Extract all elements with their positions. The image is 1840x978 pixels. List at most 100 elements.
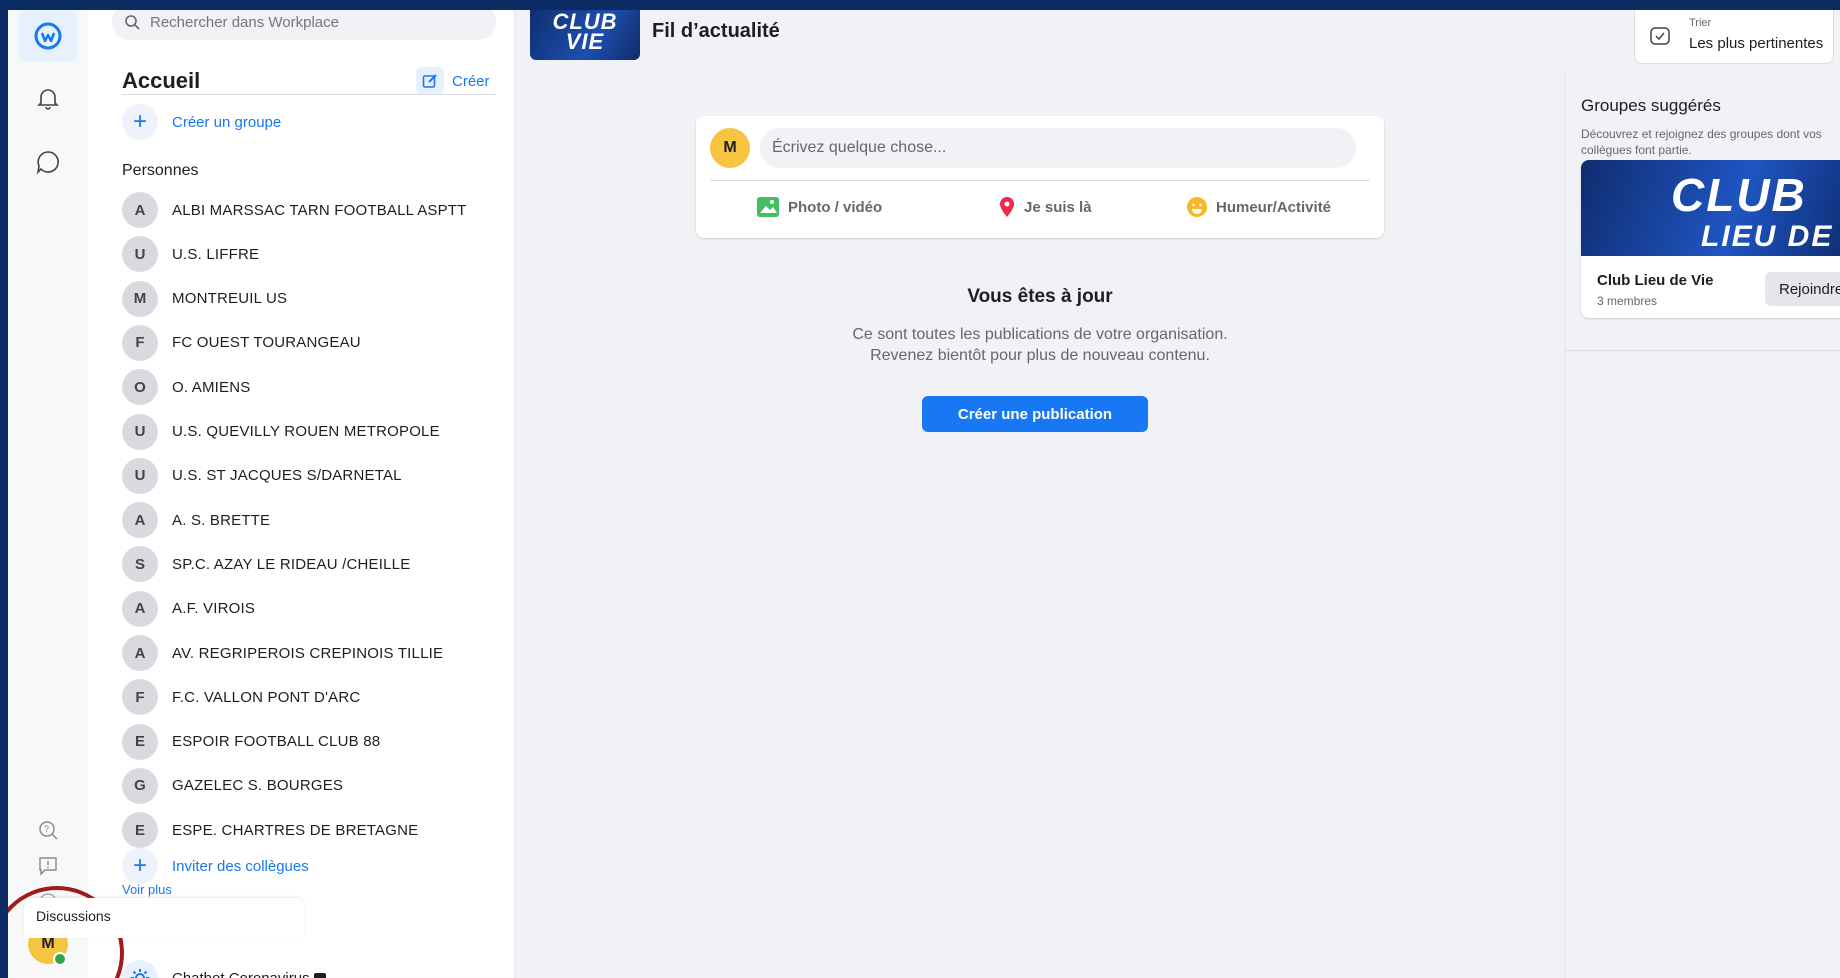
compose-icon	[416, 67, 444, 95]
join-group-button[interactable]: Rejoindre	[1765, 272, 1840, 306]
person-avatar: A	[122, 590, 158, 627]
workplace-home-button[interactable]	[18, 10, 78, 62]
search-icon	[125, 15, 140, 30]
photo-video-button[interactable]: Photo / vidéo	[756, 196, 882, 218]
person-name: ALBI MARSSAC TARN FOOTBALL ASPTT	[172, 201, 467, 219]
person-avatar: E	[122, 723, 158, 760]
up-to-date-line-1: Ce sont toutes les publications de votre…	[852, 326, 1228, 343]
person-item[interactable]: A A.F. VIROIS	[122, 589, 255, 629]
suggested-group-card[interactable]: CLUB LIEU DE VIE Club Lieu de Vie 3 memb…	[1581, 160, 1840, 318]
icon-rail: ? ? M	[8, 10, 89, 978]
gear-icon	[122, 960, 158, 978]
divider	[1565, 350, 1840, 351]
up-to-date-title: Vous êtes à jour	[967, 286, 1113, 307]
person-avatar: A	[122, 192, 158, 228]
feedback-button[interactable]	[30, 852, 66, 880]
page-title: Accueil	[122, 68, 201, 93]
composer-placeholder: Écrivez quelque chose...	[772, 139, 947, 156]
composer-divider	[710, 180, 1370, 181]
person-item[interactable]: U U.S. ST JACQUES S/DARNETAL	[122, 456, 402, 496]
person-name: ESPE. CHARTRES DE BRETAGNE	[172, 821, 419, 839]
plus-icon: +	[122, 104, 158, 140]
photo-video-label: Photo / vidéo	[788, 198, 883, 216]
person-item[interactable]: A ALBI MARSSAC TARN FOOTBALL ASPTT	[122, 190, 467, 230]
left-navigation: Accueil Créer + Créer un groupe Personne…	[88, 10, 515, 978]
person-avatar: F	[122, 324, 158, 361]
bot-item[interactable]: Chatbot Coronavirus	[122, 960, 326, 978]
chat-button[interactable]	[18, 136, 78, 188]
person-item[interactable]: M MONTREUIL US	[122, 279, 287, 319]
person-item[interactable]: A A. S. BRETTE	[122, 500, 270, 540]
help-search-icon: ?	[39, 821, 58, 840]
create-button[interactable]: Créer	[416, 67, 490, 95]
composer-input[interactable]: Écrivez quelque chose...	[760, 128, 1356, 168]
person-item[interactable]: O O. AMIENS	[122, 367, 251, 407]
person-item[interactable]: E ESPOIR FOOTBALL CLUB 88	[122, 722, 380, 762]
person-item[interactable]: A AV. REGRIPEROIS CREPINOIS TILLIE	[122, 633, 443, 673]
notifications-button[interactable]	[18, 72, 78, 124]
person-name: GAZELEC S. BOURGES	[172, 777, 344, 795]
smiley-icon	[1186, 196, 1208, 218]
invite-label: Inviter des collègues	[172, 857, 309, 875]
person-name: U.S. LIFFRE	[172, 245, 260, 263]
person-avatar: U	[122, 457, 158, 494]
sort-icon	[1649, 25, 1671, 52]
person-item[interactable]: S SP.C. AZAY LE RIDEAU /CHEILLE	[122, 544, 410, 584]
person-avatar: O	[122, 369, 158, 406]
group-cover-title: CLUB	[1671, 169, 1807, 221]
person-name: SP.C. AZAY LE RIDEAU /CHEILLE	[172, 555, 411, 573]
person-avatar: U	[122, 236, 158, 273]
search-bar[interactable]	[112, 10, 496, 40]
feeling-activity-button[interactable]: Humeur/Activité	[1186, 196, 1331, 218]
person-name: ESPOIR FOOTBALL CLUB 88	[172, 733, 381, 751]
svg-text:?: ?	[44, 824, 49, 834]
person-name: A.F. VIROIS	[172, 600, 256, 618]
person-item[interactable]: U U.S. QUEVILLY ROUEN METROPOLE	[122, 412, 440, 452]
create-group-link[interactable]: + Créer un groupe	[122, 102, 281, 142]
people-section-label: Personnes	[122, 162, 199, 179]
person-item[interactable]: U U.S. LIFFRE	[122, 234, 259, 274]
up-to-date-message: Ce sont toutes les publications de votre…	[696, 324, 1384, 366]
composer-avatar-initial: M	[723, 139, 737, 156]
create-post-button[interactable]: Créer une publication	[922, 396, 1148, 432]
location-pin-icon	[998, 196, 1016, 218]
check-in-label: Je suis là	[1024, 198, 1092, 216]
feeling-activity-label: Humeur/Activité	[1216, 198, 1332, 216]
person-name: U.S. ST JACQUES S/DARNETAL	[172, 467, 402, 485]
person-name: F.C. VALLON PONT D'ARC	[172, 688, 361, 706]
person-avatar: A	[122, 502, 158, 539]
group-name: Club Lieu de Vie	[1597, 272, 1714, 289]
invite-colleagues-link[interactable]: + Inviter des collègues	[122, 846, 309, 886]
person-item[interactable]: E ESPE. CHARTRES DE BRETAGNE	[122, 810, 418, 850]
workplace-window: ? ? M Accueil	[8, 10, 1840, 978]
person-name: MONTREUIL US	[172, 290, 288, 308]
person-avatar: S	[122, 546, 158, 583]
person-avatar: M	[122, 280, 158, 317]
bell-icon	[37, 89, 59, 110]
check-in-button[interactable]: Je suis là	[998, 196, 1092, 218]
discussions-tab[interactable]: Discussions	[24, 898, 304, 938]
composer-avatar: M	[710, 128, 750, 168]
person-avatar: F	[122, 679, 158, 716]
workplace-logo-icon	[34, 22, 62, 50]
help-search-button[interactable]: ?	[30, 816, 66, 844]
person-name: A. S. BRETTE	[172, 511, 271, 529]
person-item[interactable]: G GAZELEC S. BOURGES	[122, 766, 343, 806]
divider	[122, 94, 496, 95]
see-more-link[interactable]: Voir plus	[122, 882, 172, 897]
sort-dropdown[interactable]: Trier Les plus pertinentes	[1634, 10, 1834, 64]
bot-name: Chatbot Coronavirus	[172, 969, 310, 978]
search-input[interactable]	[148, 12, 472, 32]
bot-badge-icon	[313, 973, 326, 978]
create-label: Créer	[452, 72, 490, 90]
person-item[interactable]: F FC OUEST TOURANGEAU	[122, 323, 361, 363]
post-composer: M Écrivez quelque chose... Photo / vidéo…	[696, 116, 1384, 238]
sort-label: Trier	[1689, 17, 1712, 29]
person-name: FC OUEST TOURANGEAU	[172, 334, 361, 352]
person-avatar: A	[122, 635, 158, 671]
person-item[interactable]: F F.C. VALLON PONT D'ARC	[122, 677, 360, 717]
feedback-icon	[39, 857, 57, 876]
sort-value: Les plus pertinentes	[1689, 35, 1824, 52]
right-sidebar: Groupes suggérés Découvrez et rejoignez …	[1564, 70, 1840, 978]
group-cover-thumbnail[interactable]: CLUB VIE	[530, 10, 640, 60]
